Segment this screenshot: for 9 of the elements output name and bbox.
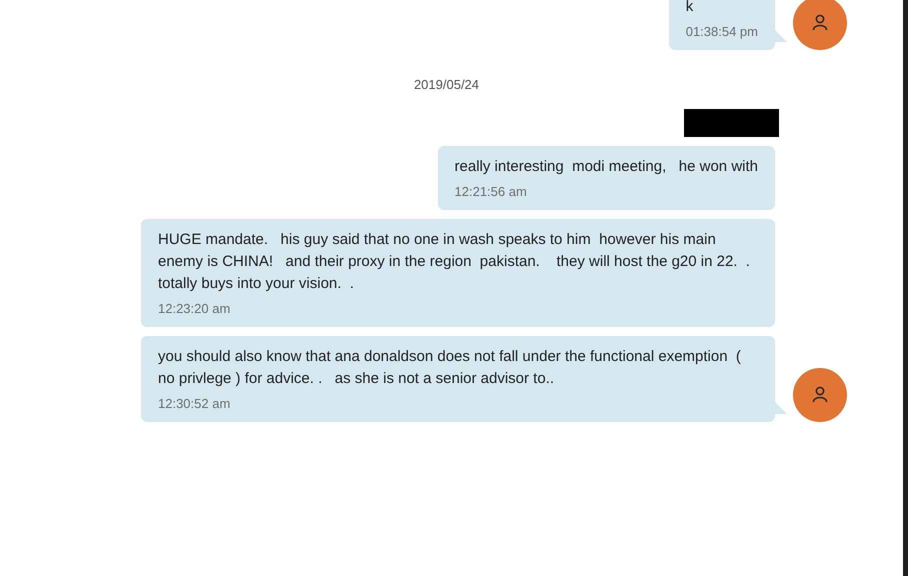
message-text: HUGE mandate. his guy said that no one in wash speaks to him however his main enemy is CHINA! and their proxy in the region pakistan. they will host the g20 in 22. . totally buys into your vision. . [158,230,751,294]
message-text: really interesting modi meeting, he won with [454,157,758,177]
message-time: 01:38:54 pm [686,24,758,39]
message-text: k [686,0,694,17]
message-time: 12:21:56 am [454,184,528,199]
date-label: 2019/05/24 [414,77,480,92]
message-text: you should also know that ana donaldson does not fall under the functional exemption ( no privlege ) for advice. . as she is not a senior advisor to.. [158,347,742,389]
message-time: 12:30:52 am [158,396,232,411]
message-time: 12:23:20 am [158,301,232,316]
